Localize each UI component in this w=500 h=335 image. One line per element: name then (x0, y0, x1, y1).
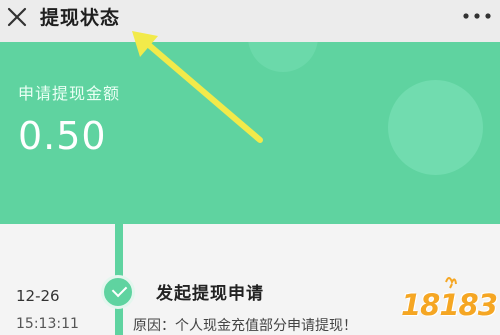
withdraw-amount-card: 申请提现金额 0.50 (0, 42, 500, 224)
watermark-text: 18183 (401, 288, 498, 322)
top-app-bar: 提现状态 (0, 0, 500, 43)
amount-label: 申请提现金额 (18, 84, 121, 103)
check-icon (111, 281, 128, 298)
close-icon[interactable] (6, 6, 28, 28)
amount-value: 0.50 (18, 114, 107, 158)
decorative-circle (248, 42, 318, 72)
more-dots-icon[interactable] (462, 12, 492, 20)
step-time: 15:13:11 (16, 316, 79, 332)
step-description: 原因：个人现金充值部分申请提现！ (133, 318, 357, 334)
page-title: 提现状态 (40, 7, 121, 29)
decorative-circle (388, 80, 483, 175)
step-date: 12-26 (16, 287, 60, 305)
step-title: 发起提现申请 (156, 284, 264, 304)
watermark-logo: 18183 (392, 272, 498, 330)
step-status-dot (101, 275, 135, 309)
